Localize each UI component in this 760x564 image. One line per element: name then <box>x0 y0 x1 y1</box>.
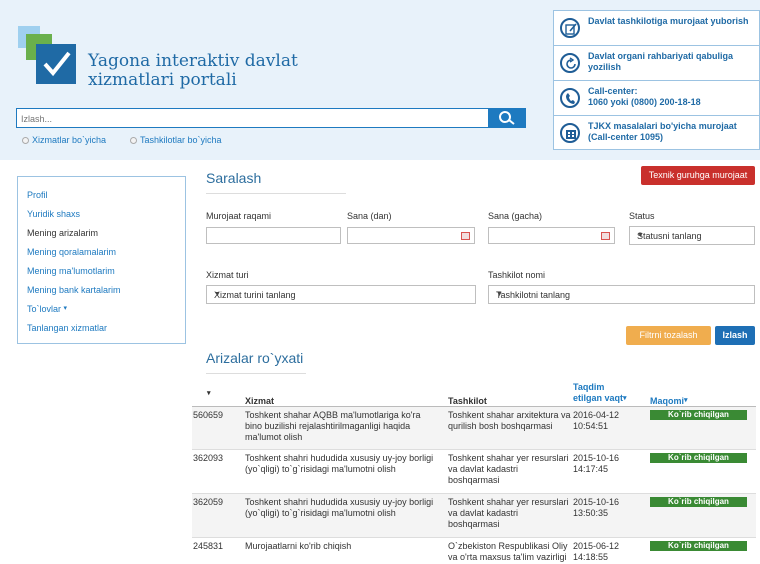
divider <box>206 373 306 374</box>
filter-title: Saralash <box>206 170 262 186</box>
column-header-status-label: Maqomi <box>650 396 685 406</box>
row-time: 14:17:45 <box>573 464 609 474</box>
status-label: Status <box>629 211 655 221</box>
sidebar-item-arizalar[interactable]: Mening arizalarim <box>27 228 98 238</box>
refresh-icon <box>560 53 580 73</box>
calendar-icon[interactable] <box>601 232 610 240</box>
portal-title: Yagona interaktiv davlat xizmatlari port… <box>88 51 298 90</box>
date-to-input[interactable] <box>488 227 615 244</box>
status-badge: Ko`rib chiqilgan <box>650 453 747 463</box>
row-organization: O`zbekiston Respublikasi Oliy va o'rta m… <box>448 541 568 562</box>
table-row[interactable]: 245831 Murojaatlarni ko'rib chiqish O`zb… <box>192 538 756 564</box>
caret-down-icon: ▾ <box>623 395 627 402</box>
row-organization: Toshkent shahar arxitektura va qurilish … <box>448 410 571 431</box>
row-id: 362059 <box>193 497 224 507</box>
radio-icon[interactable] <box>130 136 137 144</box>
sidebar-item-label: To`lovlar <box>27 304 62 314</box>
date-to-label: Sana (gacha) <box>488 211 543 221</box>
portal-logo[interactable] <box>18 26 78 86</box>
quick-link-tjkx[interactable]: TJKX masalalari bo'yicha murojaat (Call-… <box>554 116 759 151</box>
clear-filter-button[interactable]: Filtrni tozalash <box>626 326 711 345</box>
quick-link-send-request[interactable]: Davlat tashkilotiga murojaat yuborish <box>554 11 759 46</box>
tech-support-button[interactable]: Texnik guruhga murojaat <box>641 166 755 185</box>
status-badge: Ko`rib chiqilgan <box>650 497 747 507</box>
row-time: 13:50:35 <box>573 508 609 518</box>
chevron-down-icon: ▼ <box>214 291 221 298</box>
sidebar-item-tolovlar[interactable]: To`lovlar ▾ <box>27 304 67 314</box>
sidebar-item-qoralamalar[interactable]: Mening qoralamalarim <box>27 247 116 257</box>
column-header-service: Xizmat <box>245 396 275 406</box>
search-by-orgs-option[interactable]: Tashkilotlar bo`yicha <box>130 135 222 145</box>
row-service[interactable]: Toshkent shahar AQBB ma'lumotlariga ko'r… <box>245 410 440 443</box>
row-service[interactable]: Toshkent shahri hududida xususiy uy-joy … <box>245 453 440 475</box>
sort-column-icon[interactable]: ▾ <box>207 389 211 399</box>
row-date: 2016-04-12 <box>573 410 620 420</box>
row-service[interactable]: Murojaatlarni ko'rib chiqish <box>245 541 440 552</box>
calendar-icon[interactable] <box>461 232 470 240</box>
row-time: 14:18:55 <box>573 552 609 562</box>
row-id: 560659 <box>193 410 224 420</box>
sidebar-item-tanlangan[interactable]: Tanlangan xizmatlar <box>27 323 107 333</box>
sidebar-item-malumotlar[interactable]: Mening ma'lumotlarim <box>27 266 115 276</box>
status-badge: Ko`rib chiqilgan <box>650 410 747 420</box>
row-id: 362093 <box>193 453 224 463</box>
search-by-orgs-label: Tashkilotlar bo`yicha <box>140 135 222 145</box>
column-header-date[interactable]: Taqdim etilgan vaqt▾ <box>573 382 633 404</box>
quick-links-panel: Davlat tashkilotiga murojaat yuborish Da… <box>553 10 760 150</box>
building-icon <box>560 123 580 143</box>
call-center-title: Call-center: <box>588 86 638 96</box>
call-center-numbers: 1060 yoki (0800) 200-18-18 <box>588 97 701 107</box>
sidebar-item-bank-kartalar[interactable]: Mening bank kartalarim <box>27 285 121 295</box>
row-service[interactable]: Toshkent shahri hududida xususiy uy-joy … <box>245 497 440 519</box>
sidebar-item-yuridik-shaxs[interactable]: Yuridik shaxs <box>27 209 80 219</box>
status-select[interactable]: Statusni tanlang ▼ <box>629 226 755 245</box>
date-from-input[interactable] <box>347 227 475 244</box>
org-name-label: Tashkilot nomi <box>488 270 546 280</box>
quick-link-label: Davlat tashkilotiga murojaat yuborish <box>588 16 749 26</box>
row-date: 2015-10-16 <box>573 497 620 507</box>
table-row[interactable]: 560659 Toshkent shahar AQBB ma'lumotlari… <box>192 407 756 449</box>
quick-link-label: Davlat organi rahbariyati qabuliga yozil… <box>588 51 734 72</box>
radio-icon[interactable] <box>22 136 29 144</box>
list-title: Arizalar ro`yxati <box>206 350 304 366</box>
date-from-label: Sana (dan) <box>347 211 392 221</box>
caret-down-icon: ▾ <box>684 397 688 404</box>
search-input[interactable] <box>21 111 491 126</box>
search-box <box>16 108 526 128</box>
quick-link-reception[interactable]: Davlat organi rahbariyati qabuliga yozil… <box>554 46 759 81</box>
search-icon <box>499 111 515 125</box>
request-number-input[interactable] <box>206 227 341 244</box>
row-time: 10:54:51 <box>573 421 609 431</box>
column-header-date-label: Taqdim etilgan vaqt <box>573 382 624 403</box>
search-filter-button[interactable]: Izlash <box>715 326 755 345</box>
org-select[interactable]: Tashkilotni tanlang ▼ <box>488 285 755 304</box>
service-type-label: Xizmat turi <box>206 270 249 280</box>
service-type-select[interactable]: Xizmat turini tanlang ▼ <box>206 285 476 304</box>
chevron-down-icon: ▼ <box>496 291 503 298</box>
request-number-label: Murojaat raqami <box>206 211 272 221</box>
quick-link-call-center[interactable]: Call-center: 1060 yoki (0800) 200-18-18 <box>554 81 759 116</box>
sidebar-item-profil[interactable]: Profil <box>27 190 48 200</box>
row-organization: Toshkent shahar yer resurslari va davlat… <box>448 497 569 529</box>
chevron-down-icon: ▼ <box>637 232 644 239</box>
search-button[interactable] <box>488 108 526 128</box>
search-by-services-label: Xizmatlar bo`yicha <box>32 135 107 145</box>
divider <box>206 193 346 194</box>
caret-down-icon: ▾ <box>63 305 68 312</box>
row-organization: Toshkent shahar yer resurslari va davlat… <box>448 453 569 485</box>
row-date: 2015-10-16 <box>573 453 620 463</box>
sidebar: Profil Yuridik shaxs Mening arizalarim M… <box>17 176 186 344</box>
row-date: 2015-06-12 <box>573 541 620 551</box>
status-badge: Ko`rib chiqilgan <box>650 541 747 551</box>
search-by-services-option[interactable]: Xizmatlar bo`yicha <box>22 135 106 145</box>
edit-icon <box>560 18 580 38</box>
column-header-organization: Tashkilot <box>448 396 487 406</box>
quick-link-label: TJKX masalalari bo'yicha murojaat (Call-… <box>588 121 737 142</box>
table-row[interactable]: 362059 Toshkent shahri hududida xususiy … <box>192 494 756 537</box>
column-header-status[interactable]: Maqomi▾ <box>650 396 688 406</box>
table-row[interactable]: 362093 Toshkent shahri hududida xususiy … <box>192 450 756 493</box>
quick-link-label: Call-center: 1060 yoki (0800) 200-18-18 <box>588 86 756 108</box>
row-id: 245831 <box>193 541 224 551</box>
phone-icon <box>560 88 580 108</box>
